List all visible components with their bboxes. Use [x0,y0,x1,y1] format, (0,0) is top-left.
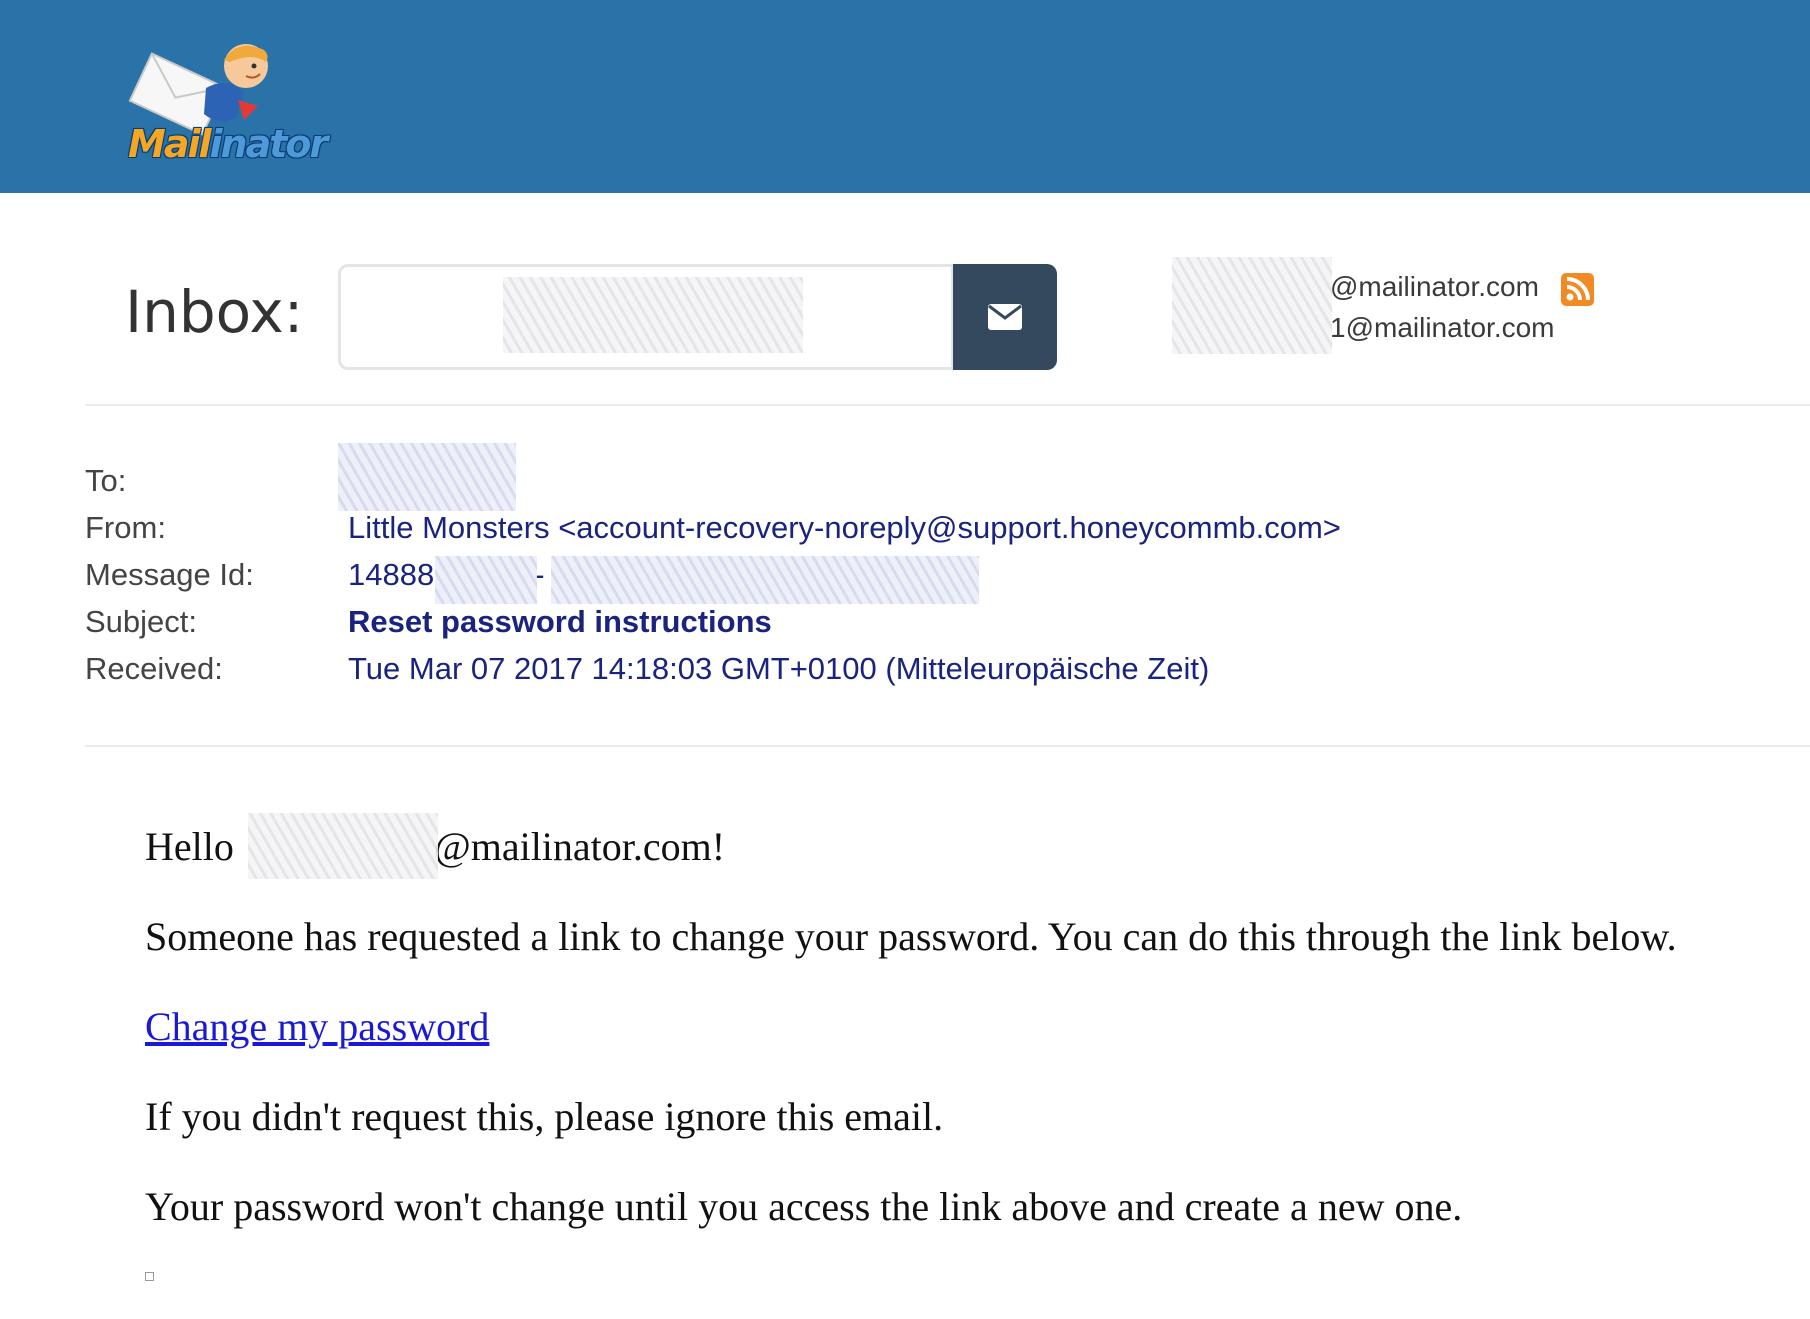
received-value: Tue Mar 07 2017 14:18:03 GMT+0100 (Mitte… [348,651,1210,686]
body-line-2: If you didn't request this, please ignor… [145,1094,944,1139]
go-to-inbox-button[interactable] [953,264,1057,370]
message-body: Hello @mailinator.com! Someone has reques… [145,815,1677,1265]
mascot-icon [128,44,268,136]
body-line-1: Someone has requested a link to change y… [145,914,1677,959]
tracking-pixel-image [145,1272,154,1281]
mailinator-logo[interactable]: Mailinator [118,36,328,171]
message-id-label: Message Id: [85,557,254,592]
inbox-input-container [338,264,954,370]
to-label: To: [85,463,127,498]
link-line: Change my password [145,995,1677,1085]
envelope-icon [988,304,1022,330]
redacted-region [1172,257,1332,354]
redacted-region [248,813,438,879]
redacted-region [338,443,516,511]
headers-divider [85,745,1810,747]
alias-item[interactable]: 1@mailinator.com [1330,307,1555,348]
rss-icon[interactable] [1561,273,1594,306]
redacted-region [435,556,537,604]
alias-list: @mailinator.com 1@mailinator.com [1330,266,1555,348]
from-label: From: [85,510,166,545]
change-password-link[interactable]: Change my password [145,1004,489,1049]
subject-value: Reset password instructions [348,604,772,639]
logo-wordmark: Mailinator [128,122,328,166]
top-header-bar: Mailinator [0,0,1810,193]
received-label: Received: [85,651,223,686]
inbox-label: Inbox: [125,278,304,346]
from-value: Little Monsters <account-recovery-norepl… [348,510,1341,545]
redacted-region [503,277,803,353]
body-line-3: Your password won't change until you acc… [145,1184,1463,1229]
redacted-region [551,556,979,604]
alias-item[interactable]: @mailinator.com [1330,266,1555,307]
header-divider [85,404,1810,406]
subject-label: Subject: [85,604,198,639]
